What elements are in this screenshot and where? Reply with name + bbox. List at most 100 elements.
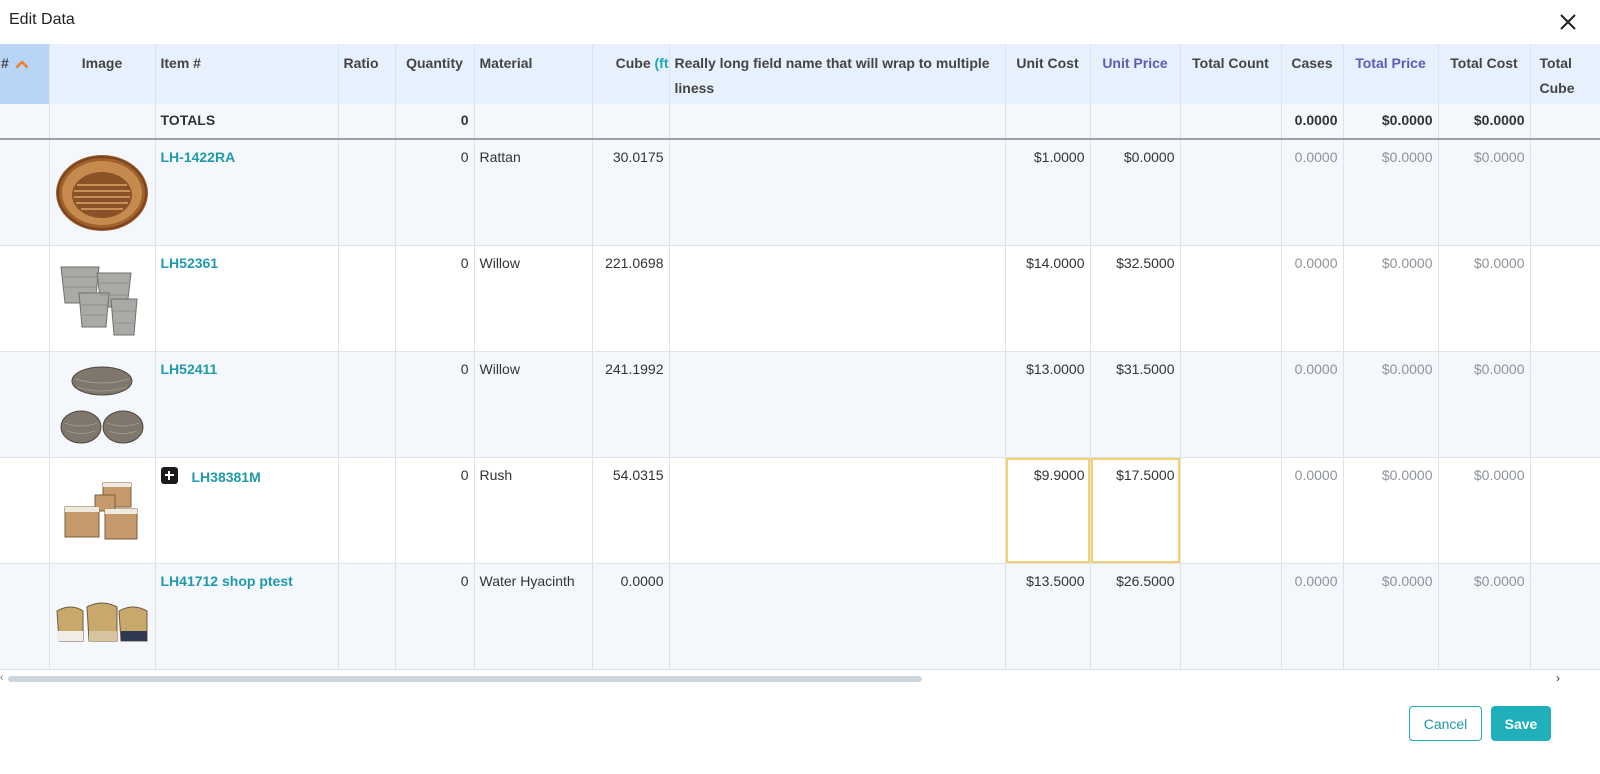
column-header-unit-price[interactable]: Unit Price xyxy=(1090,44,1181,104)
long-field-cell[interactable] xyxy=(669,457,1006,564)
item-link[interactable]: LH41712 shop ptest xyxy=(161,573,293,589)
totals-cell-long-field xyxy=(669,104,1006,140)
horizontal-scrollbar[interactable]: ‹ › xyxy=(0,670,1600,686)
unit-price-cell[interactable]: $17.5000 xyxy=(1090,457,1181,564)
item-link[interactable]: LH-1422RA xyxy=(161,149,236,165)
quantity-cell[interactable]: 0 xyxy=(395,245,475,352)
row-number: 4 xyxy=(0,457,50,564)
dialog-header: Edit Data xyxy=(0,0,1600,44)
scrollbar-thumb[interactable] xyxy=(8,676,922,682)
totals-total-cost: $0.0000 xyxy=(1438,104,1531,140)
cube-cell[interactable]: 54.0315 xyxy=(592,457,670,564)
material-cell[interactable]: Willow xyxy=(474,351,593,458)
ratio-cell[interactable] xyxy=(338,457,396,564)
table-row[interactable]: 3 LH52411 xyxy=(0,351,1600,458)
cube-cell[interactable]: 0.0000 xyxy=(592,563,670,670)
cancel-button[interactable]: Cancel xyxy=(1409,706,1482,741)
totals-cell-cube xyxy=(592,104,670,140)
product-image[interactable] xyxy=(49,563,156,670)
ratio-cell[interactable] xyxy=(338,139,396,246)
table-row[interactable]: 2 xyxy=(0,245,1600,352)
long-field-cell[interactable] xyxy=(669,351,1006,458)
unit-price-cell[interactable]: $26.5000 xyxy=(1090,563,1181,670)
item-link[interactable]: LH52361 xyxy=(161,255,219,271)
cases-cell: 0.0000 xyxy=(1281,457,1344,564)
product-thumbnail xyxy=(60,266,138,335)
total-count-cell[interactable] xyxy=(1180,563,1282,670)
column-header-quantity[interactable]: Quantity xyxy=(395,44,475,104)
column-header-total-price[interactable]: Total Price xyxy=(1343,44,1439,104)
cube-cell[interactable]: 241.1992 xyxy=(592,351,670,458)
long-field-cell[interactable] xyxy=(669,245,1006,352)
column-header-unit-cost[interactable]: Unit Cost xyxy=(1005,44,1091,104)
product-image[interactable] xyxy=(49,351,156,458)
product-image[interactable] xyxy=(49,245,156,352)
item-cell: LH-1422RA xyxy=(155,139,339,246)
chevron-up-icon[interactable] xyxy=(15,60,29,69)
column-header-material[interactable]: Material xyxy=(474,44,593,104)
ratio-cell[interactable] xyxy=(338,351,396,458)
product-thumbnail xyxy=(56,602,148,641)
column-header-num[interactable]: # xyxy=(0,44,50,104)
long-field-cell[interactable] xyxy=(669,139,1006,246)
column-header-total-cost[interactable]: Total Cost xyxy=(1438,44,1531,104)
column-header-long-field[interactable]: Really long field name that will wrap to… xyxy=(669,44,1006,104)
close-button[interactable] xyxy=(1556,10,1580,34)
total-cube-cell xyxy=(1530,139,1600,246)
save-button[interactable]: Save xyxy=(1491,706,1551,741)
column-header-cases[interactable]: Cases xyxy=(1281,44,1344,104)
unit-price-cell[interactable]: $32.5000 xyxy=(1090,245,1181,352)
unit-price-cell[interactable]: $31.5000 xyxy=(1090,351,1181,458)
column-header-ratio[interactable]: Ratio xyxy=(338,44,396,104)
totals-cell-material xyxy=(474,104,593,140)
table-row[interactable]: 1 LH-1422RA xyxy=(0,139,1600,246)
total-count-cell[interactable] xyxy=(1180,245,1282,352)
column-header-total-count[interactable]: Total Count xyxy=(1180,44,1282,104)
totals-cell-total-cube xyxy=(1530,104,1600,140)
unit-cost-cell[interactable]: $9.9000 xyxy=(1005,457,1091,564)
item-cell: LH41712 shop ptest xyxy=(155,563,339,670)
table-row[interactable]: 5 LH41712 shop ptest 0 xyxy=(0,563,1600,670)
column-header-cube[interactable]: Cube (ft xyxy=(592,44,670,104)
quantity-cell[interactable]: 0 xyxy=(395,457,475,564)
product-thumbnail xyxy=(56,155,148,231)
unit-cost-cell[interactable]: $13.5000 xyxy=(1005,563,1091,670)
material-cell[interactable]: Rush xyxy=(474,457,593,564)
chevron-right-icon[interactable]: › xyxy=(1556,671,1560,685)
quantity-cell[interactable]: 0 xyxy=(395,563,475,670)
total-count-cell[interactable] xyxy=(1180,139,1282,246)
material-cell[interactable]: Water Hyacinth xyxy=(474,563,593,670)
unit-price-cell[interactable]: $0.0000 xyxy=(1090,139,1181,246)
unit-cost-cell[interactable]: $13.0000 xyxy=(1005,351,1091,458)
totals-cell-image xyxy=(49,104,156,140)
totals-total-price: $0.0000 xyxy=(1343,104,1439,140)
total-count-cell[interactable] xyxy=(1180,351,1282,458)
cases-cell: 0.0000 xyxy=(1281,245,1344,352)
cases-cell: 0.0000 xyxy=(1281,351,1344,458)
material-cell[interactable]: Rattan xyxy=(474,139,593,246)
table-row[interactable]: 4 xyxy=(0,457,1600,564)
column-header-total-cube[interactable]: Total Cube xyxy=(1530,44,1600,104)
item-link[interactable]: LH38381M xyxy=(192,469,261,485)
ratio-cell[interactable] xyxy=(338,563,396,670)
unit-cost-cell[interactable]: $1.0000 xyxy=(1005,139,1091,246)
column-header-image[interactable]: Image xyxy=(49,44,156,104)
material-cell[interactable]: Willow xyxy=(474,245,593,352)
quantity-cell[interactable]: 0 xyxy=(395,351,475,458)
totals-cell-ratio xyxy=(338,104,396,140)
plus-square-icon[interactable] xyxy=(160,466,178,484)
column-header-item[interactable]: Item # xyxy=(155,44,339,104)
long-field-cell[interactable] xyxy=(669,563,1006,670)
product-image[interactable] xyxy=(49,457,156,564)
total-cost-cell: $0.0000 xyxy=(1438,245,1531,352)
unit-cost-cell[interactable]: $14.0000 xyxy=(1005,245,1091,352)
cube-cell[interactable]: 221.0698 xyxy=(592,245,670,352)
cube-cell[interactable]: 30.0175 xyxy=(592,139,670,246)
item-link[interactable]: LH52411 xyxy=(161,361,218,377)
ratio-cell[interactable] xyxy=(338,245,396,352)
product-image[interactable] xyxy=(49,139,156,246)
quantity-cell[interactable]: 0 xyxy=(395,139,475,246)
product-thumbnail xyxy=(64,482,138,539)
chevron-left-icon[interactable]: ‹ xyxy=(0,672,3,683)
total-count-cell[interactable] xyxy=(1180,457,1282,564)
